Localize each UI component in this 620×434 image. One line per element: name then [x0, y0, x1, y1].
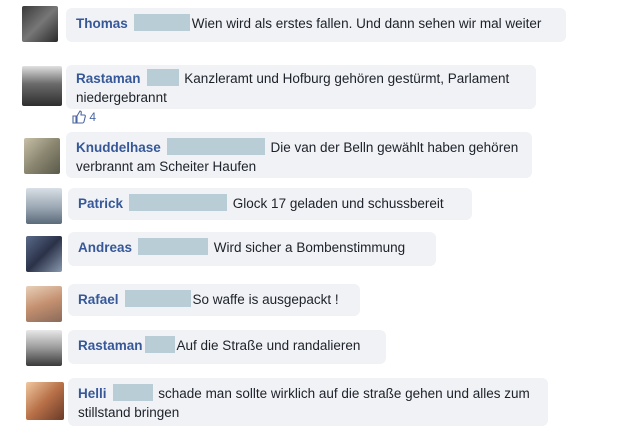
commenter-name[interactable]: Thomas: [76, 16, 128, 31]
commenter-name[interactable]: Patrick: [78, 196, 123, 211]
like-count: 4: [89, 110, 97, 124]
comment-item: Rastaman Kanzleramt und Hofburg gehören …: [0, 60, 620, 128]
redacted-surname: [144, 336, 175, 353]
avatar[interactable]: [22, 6, 58, 42]
avatar[interactable]: [26, 188, 62, 224]
comment-item: Patrick Glock 17 geladen und schussberei…: [0, 184, 620, 228]
redacted-surname: [133, 14, 190, 31]
comment-item: Rastaman Auf die Straße und randalieren: [0, 322, 620, 372]
avatar[interactable]: [26, 382, 64, 420]
comment-item: Andreas Wird sicher a Bombenstimmung: [0, 228, 620, 278]
comment-bubble: Patrick Glock 17 geladen und schussberei…: [68, 188, 472, 220]
like-count-badge[interactable]: 4: [72, 110, 96, 124]
comment-bubble: Knuddelhase Die van der Belln gewählt ha…: [66, 132, 532, 178]
comment-bubble: Rastaman Kanzleramt und Hofburg gehören …: [66, 65, 536, 109]
commenter-name[interactable]: Helli: [78, 386, 107, 401]
comment-text: Auf die Straße und randalieren: [176, 338, 361, 353]
avatar[interactable]: [26, 286, 62, 322]
redacted-surname: [166, 138, 265, 155]
avatar[interactable]: [22, 66, 62, 106]
avatar[interactable]: [26, 330, 62, 366]
thumbs-up-icon: [72, 110, 86, 124]
commenter-name[interactable]: Andreas: [78, 240, 132, 255]
comment-item: Rafael So waffe is ausgepackt !: [0, 278, 620, 322]
redacted-surname: [124, 290, 191, 307]
commenter-name[interactable]: Rafael: [78, 292, 119, 307]
comment-item: Knuddelhase Die van der Belln gewählt ha…: [0, 128, 620, 184]
redacted-surname: [138, 238, 209, 255]
comment-text: Glock 17 geladen und schussbereit: [232, 196, 444, 211]
commenter-name[interactable]: Rastaman: [76, 71, 141, 86]
comment-item: Thomas Wien wird als erstes fallen. Und d…: [0, 0, 620, 60]
avatar[interactable]: [24, 138, 60, 174]
commenter-name[interactable]: Rastaman: [78, 338, 143, 353]
comment-bubble: Andreas Wird sicher a Bombenstimmung: [68, 232, 436, 266]
comment-text: So waffe is ausgepackt !: [192, 292, 339, 307]
redacted-surname: [112, 384, 153, 401]
comment-bubble: Rafael So waffe is ausgepackt !: [68, 284, 360, 316]
comment-bubble: Thomas Wien wird als erstes fallen. Und d…: [66, 8, 566, 42]
comment-item: Helli schade man sollte wirklich auf die…: [0, 372, 620, 434]
comment-bubble: Rastaman Auf die Straße und randalieren: [68, 330, 386, 364]
avatar[interactable]: [26, 236, 62, 272]
commenter-name[interactable]: Knuddelhase: [76, 140, 161, 155]
comment-bubble: Helli schade man sollte wirklich auf die…: [68, 378, 548, 426]
redacted-surname: [129, 194, 228, 211]
comment-text: Wird sicher a Bombenstimmung: [213, 240, 406, 255]
comment-text: Wien wird als erstes fallen. Und dann se…: [191, 16, 542, 31]
redacted-surname: [146, 69, 179, 86]
